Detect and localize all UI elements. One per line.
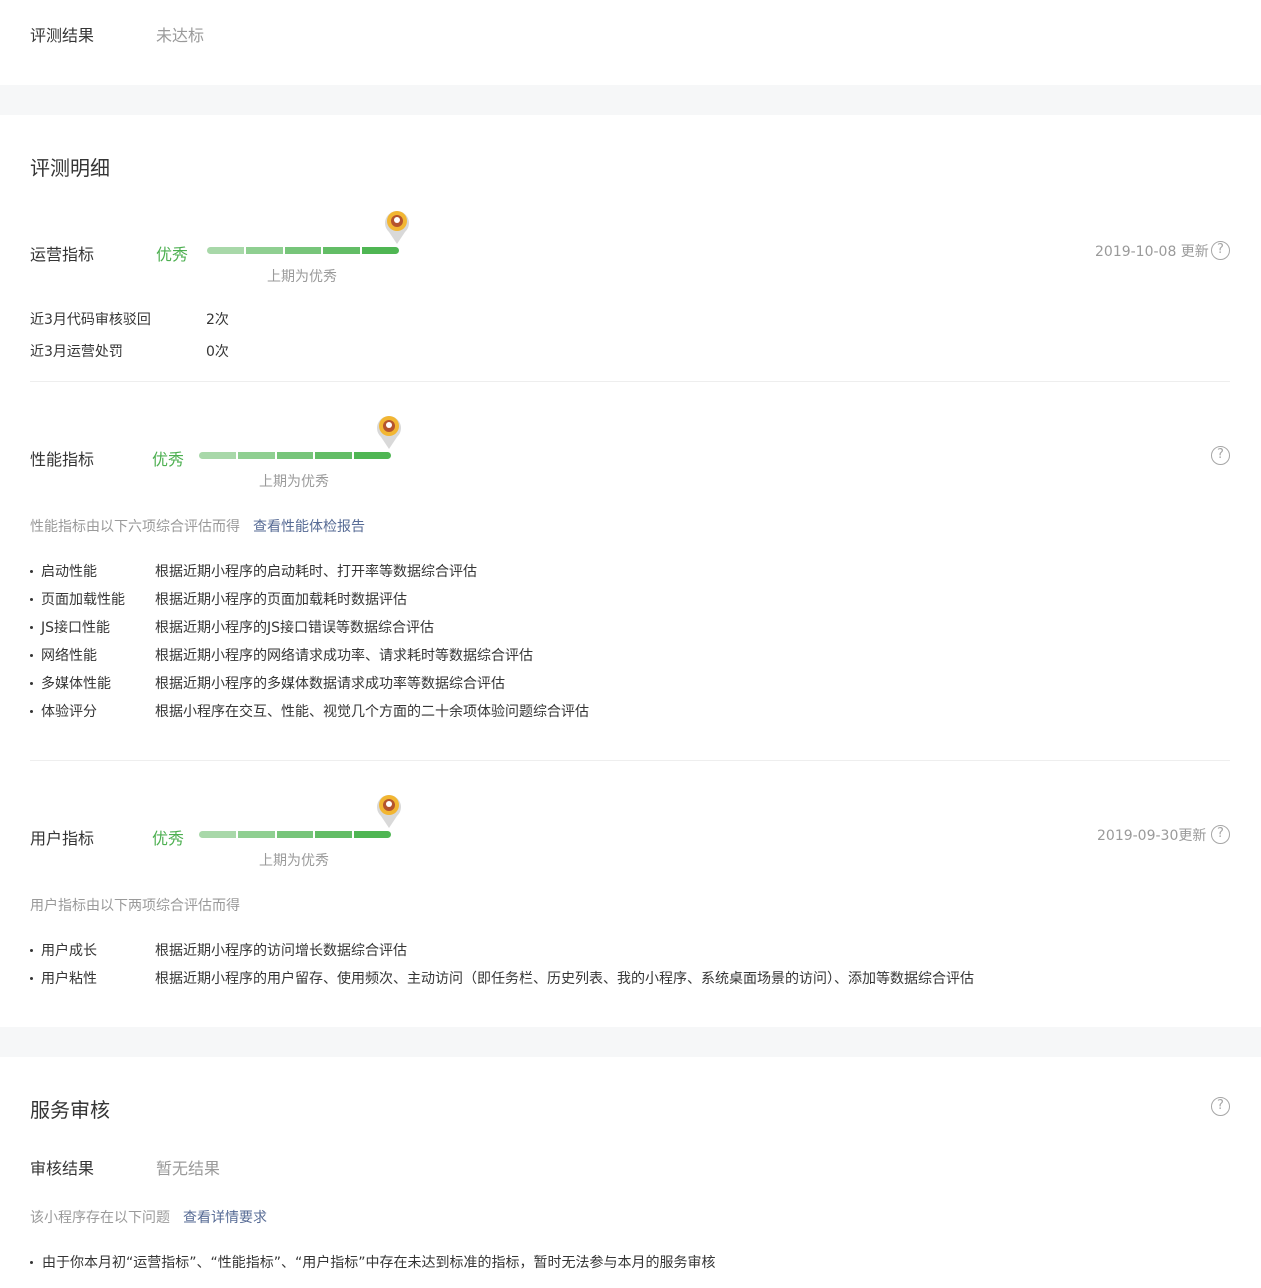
operation-label: 运营指标 (30, 245, 95, 264)
user-intro: 用户指标由以下两项综合评估而得 (30, 898, 240, 914)
bar-segment (354, 452, 391, 459)
service-card: 服务审核 ? 审核结果 暂无结果 该小程序存在以下问题 查看详情要求 由于你本月… (0, 1057, 1261, 1288)
bullet (30, 710, 33, 713)
user-updated: 2019-09-30更新 (1097, 828, 1207, 844)
user-help-icon[interactable]: ? (1211, 825, 1230, 844)
service-help-icon[interactable]: ? (1211, 1097, 1230, 1116)
divider (30, 381, 1230, 382)
user-grade: 优秀 (152, 829, 185, 848)
bar-segment (354, 831, 391, 838)
operation-row-value: 2次 (206, 312, 229, 328)
pin-badge-icon (385, 211, 409, 244)
service-result-label: 审核结果 (30, 1159, 95, 1178)
bullet (30, 682, 33, 685)
performance-intro: 性能指标由以下六项综合评估而得 (30, 519, 240, 535)
operation-level-bar (207, 247, 399, 254)
pin-badge-icon (377, 416, 401, 449)
operation-row-label: 近3月运营处罚 (30, 344, 123, 360)
performance-item-name: 网络性能 (41, 648, 97, 664)
performance-help-icon[interactable]: ? (1211, 446, 1230, 465)
bar-segment (245, 247, 283, 254)
bullet (30, 949, 33, 952)
user-item-desc: 根据近期小程序的用户留存、使用频次、主动访问（即任务栏、历史列表、我的小程序、系… (155, 971, 974, 987)
service-intro: 该小程序存在以下问题 (30, 1210, 170, 1226)
performance-item-name: 多媒体性能 (41, 676, 111, 692)
performance-label: 性能指标 (30, 450, 95, 469)
operation-help-icon[interactable]: ? (1211, 241, 1230, 260)
operation-prev: 上期为优秀 (267, 269, 337, 285)
bullet (30, 1261, 33, 1264)
performance-item-desc: 根据近期小程序的启动耗时、打开率等数据综合评估 (155, 564, 477, 580)
performance-prev: 上期为优秀 (259, 474, 329, 490)
bullet (30, 626, 33, 629)
performance-item-name: 体验评分 (41, 704, 97, 720)
performance-item-desc: 根据近期小程序的网络请求成功率、请求耗时等数据综合评估 (155, 648, 533, 664)
bar-segment (199, 831, 236, 838)
pin-badge-icon (377, 795, 401, 828)
user-item-desc: 根据近期小程序的访问增长数据综合评估 (155, 943, 407, 959)
bullet (30, 570, 33, 573)
service-result-value: 暂无结果 (156, 1159, 221, 1178)
operation-updated: 2019-10-08 更新 (1095, 244, 1209, 260)
bar-segment (284, 247, 322, 254)
bar-segment (315, 452, 353, 459)
performance-grade: 优秀 (152, 450, 185, 469)
bullet (30, 654, 33, 657)
performance-item-name: 启动性能 (41, 564, 97, 580)
bar-segment (237, 452, 275, 459)
user-prev: 上期为优秀 (259, 853, 329, 869)
performance-item-name: 页面加载性能 (41, 592, 125, 608)
bar-segment (237, 831, 275, 838)
user-item-name: 用户成长 (41, 943, 97, 959)
performance-item-desc: 根据小程序在交互、性能、视觉几个方面的二十余项体验问题综合评估 (155, 704, 589, 720)
result-label: 评测结果 (30, 26, 95, 45)
service-title: 服务审核 (30, 1098, 110, 1122)
bar-segment (199, 452, 236, 459)
result-card: 评测结果 未达标 (0, 0, 1261, 85)
detail-card: 评测明细 运营指标 优秀 上期为优秀 2019-10-08 更新 ? 近3月代码… (0, 115, 1261, 1027)
user-level-bar (199, 831, 391, 838)
operation-grade: 优秀 (156, 245, 189, 264)
bar-segment (276, 831, 314, 838)
performance-item-name: JS接口性能 (41, 620, 111, 636)
divider (30, 760, 1230, 761)
performance-report-link[interactable]: 查看性能体检报告 (253, 516, 365, 536)
operation-row-value: 0次 (206, 344, 229, 360)
service-detail-link[interactable]: 查看详情要求 (183, 1207, 267, 1227)
bullet (30, 598, 33, 601)
performance-level-bar (199, 452, 391, 459)
bullet (30, 977, 33, 980)
service-issue: 由于你本月初“运营指标”、“性能指标”、“用户指标”中存在未达到标准的指标，暂时… (42, 1255, 716, 1271)
bar-segment (362, 247, 399, 254)
bar-segment (276, 452, 314, 459)
user-label: 用户指标 (30, 829, 95, 848)
performance-item-desc: 根据近期小程序的多媒体数据请求成功率等数据综合评估 (155, 676, 505, 692)
bar-segment (207, 247, 244, 254)
user-item-name: 用户粘性 (41, 971, 97, 987)
result-value: 未达标 (156, 26, 205, 45)
detail-title: 评测明细 (30, 156, 110, 180)
bar-segment (323, 247, 361, 254)
performance-item-desc: 根据近期小程序的页面加载耗时数据评估 (155, 592, 407, 608)
performance-item-desc: 根据近期小程序的JS接口错误等数据综合评估 (155, 620, 435, 636)
bar-segment (315, 831, 353, 838)
operation-row-label: 近3月代码审核驳回 (30, 312, 151, 328)
